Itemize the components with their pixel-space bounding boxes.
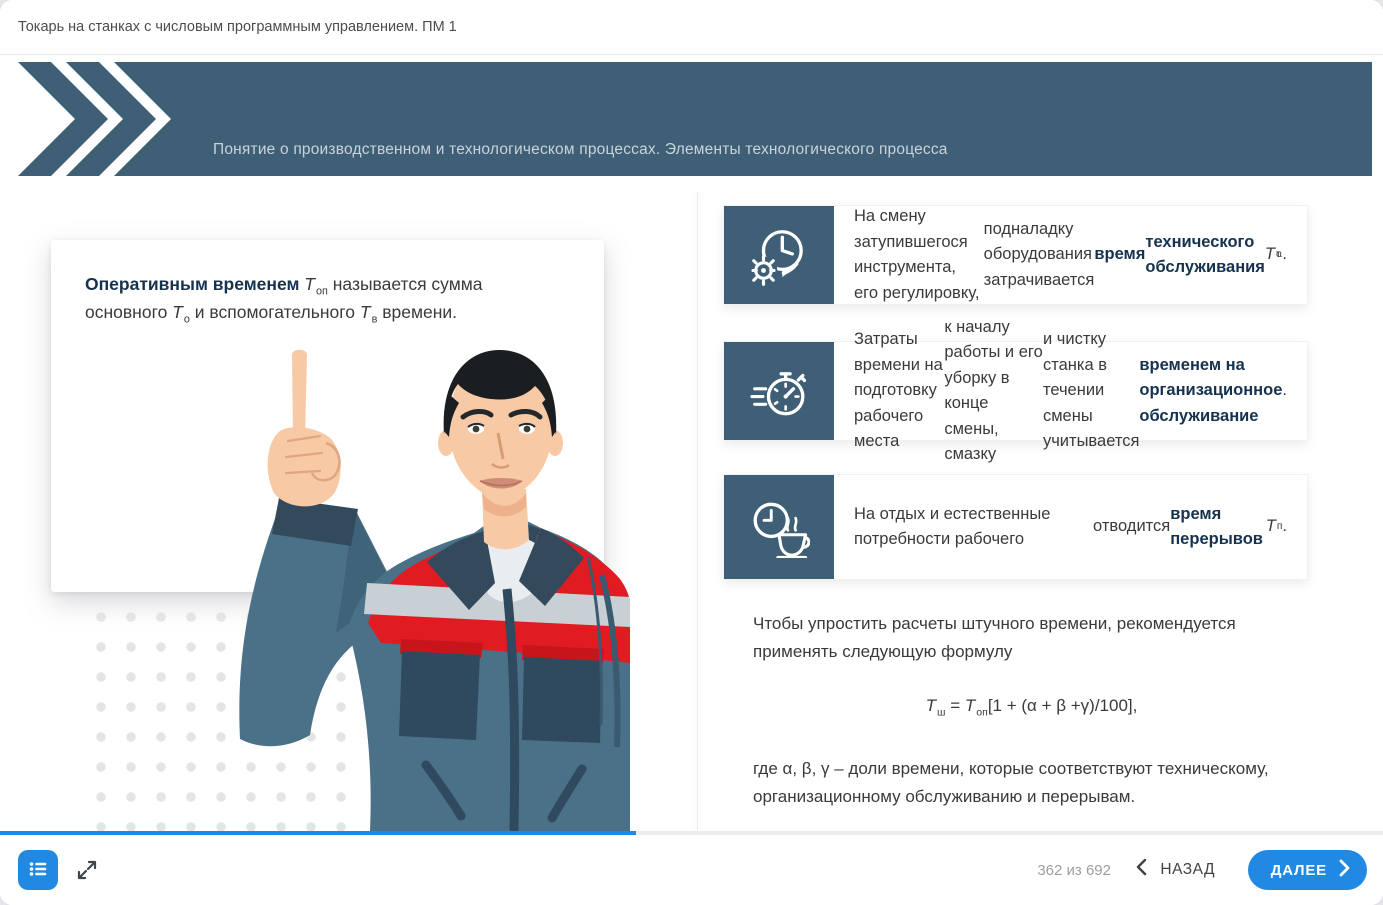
top-bar: Токарь на станках с числовым программным… <box>0 0 1383 55</box>
info-box-organizational-time: Затраты времени на подготовку рабочего м… <box>723 341 1308 441</box>
next-chevron-icon <box>1339 859 1350 881</box>
info-box-break-time: На отдых и естественные потребности рабо… <box>723 474 1308 580</box>
footer-bar: 362 из 692 НАЗАД ДАЛЕЕ <box>0 835 1383 905</box>
content-divider <box>697 192 698 831</box>
menu-button[interactable] <box>18 850 58 890</box>
next-button[interactable]: ДАЛЕЕ <box>1248 850 1367 890</box>
slide-counter: 362 из 692 <box>1037 862 1111 879</box>
break-time-clock-coffee-icon <box>724 475 834 579</box>
triple-chevron-icon <box>18 62 228 176</box>
fullscreen-button[interactable] <box>74 858 100 884</box>
next-button-label: ДАЛЕЕ <box>1271 862 1327 879</box>
info-box-text: На отдых и естественные потребности рабо… <box>834 475 1307 579</box>
formula-note-text: где α, β, γ – доли времени, которые соот… <box>753 755 1328 811</box>
back-chevron-icon <box>1136 858 1147 881</box>
formula-text: Тш = Топ[1 + (α + β +γ)/100], <box>753 696 1310 716</box>
statement-text: Оперативным временем Топ называется сумм… <box>85 271 483 326</box>
worker-pointing-up-illustration <box>230 343 630 831</box>
formula-intro-text: Чтобы упростить расчеты штучного времени… <box>753 610 1313 666</box>
info-box-text: На смену затупившегося инструмента, его … <box>834 206 1307 304</box>
slide-header-banner: Понятие о производственном и технологиче… <box>0 62 1383 176</box>
stopwatch-icon <box>724 342 834 440</box>
back-button[interactable]: НАЗАД <box>1130 857 1221 882</box>
course-title: Токарь на станках с числовым программным… <box>18 0 457 55</box>
menu-list-icon <box>26 857 50 884</box>
course-slide-window: Токарь на станках с числовым программным… <box>0 0 1383 905</box>
back-button-label: НАЗАД <box>1160 861 1215 879</box>
info-box-maintenance-time: На смену затупившегося инструмента, его … <box>723 205 1308 305</box>
slide-title: Понятие о производственном и технологиче… <box>213 141 948 159</box>
maintenance-time-clock-gear-icon <box>724 206 834 304</box>
fullscreen-expand-icon <box>75 858 99 885</box>
info-box-text: Затраты времени на подготовку рабочего м… <box>834 342 1307 440</box>
